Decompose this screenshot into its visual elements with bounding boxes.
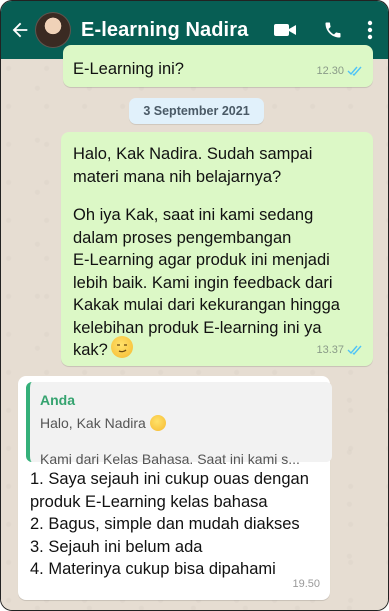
- contact-avatar[interactable]: [35, 12, 71, 48]
- read-ticks-icon: [347, 345, 362, 355]
- more-vertical-icon[interactable]: [360, 15, 380, 45]
- quoted-text-line: Halo, Kak Nadira: [40, 412, 166, 435]
- quoted-sender: Anda: [40, 392, 75, 408]
- read-ticks-icon: [347, 66, 362, 76]
- quoted-text: Halo, Kak Nadira: [40, 415, 146, 431]
- arrow-left-icon[interactable]: [7, 17, 33, 43]
- message-text: 1. Saya sejauh ini cukup ouas dengan pro…: [30, 470, 309, 578]
- message-time: 19.50: [292, 577, 320, 590]
- video-call-icon[interactable]: [268, 15, 302, 45]
- message-text: Halo, Kak Nadira. Sudah sampai materi ma…: [73, 145, 313, 186]
- message-text: E-Learning ini?: [73, 60, 184, 78]
- message-meta: 13.37: [316, 339, 363, 362]
- date-separator: 3 September 2021: [129, 98, 264, 124]
- phone-icon[interactable]: [316, 15, 350, 45]
- message-bubble-outgoing[interactable]: Halo, Kak Nadira. Sudah sampai materi ma…: [61, 132, 373, 366]
- message-meta: 19.50: [292, 573, 320, 596]
- contact-name[interactable]: E-learning Nadira: [81, 19, 268, 42]
- message-bubble-incoming[interactable]: Anda Halo, Kak Nadira Kami dari Kelas Ba…: [18, 376, 332, 600]
- whatsapp-chat-screen: E-learning Nadira E-Learning ini? 12.30 …: [0, 0, 389, 611]
- smirk-emoji-icon: [111, 336, 133, 358]
- quoted-message[interactable]: Anda Halo, Kak Nadira Kami dari Kelas Ba…: [26, 382, 332, 467]
- message-meta: 12.30: [316, 60, 363, 83]
- smile-emoji-icon: [149, 415, 166, 431]
- message-time: 13.37: [316, 343, 344, 356]
- message-time: 12.30: [316, 64, 344, 77]
- message-bubble-outgoing[interactable]: E-Learning ini? 12.30: [63, 45, 373, 87]
